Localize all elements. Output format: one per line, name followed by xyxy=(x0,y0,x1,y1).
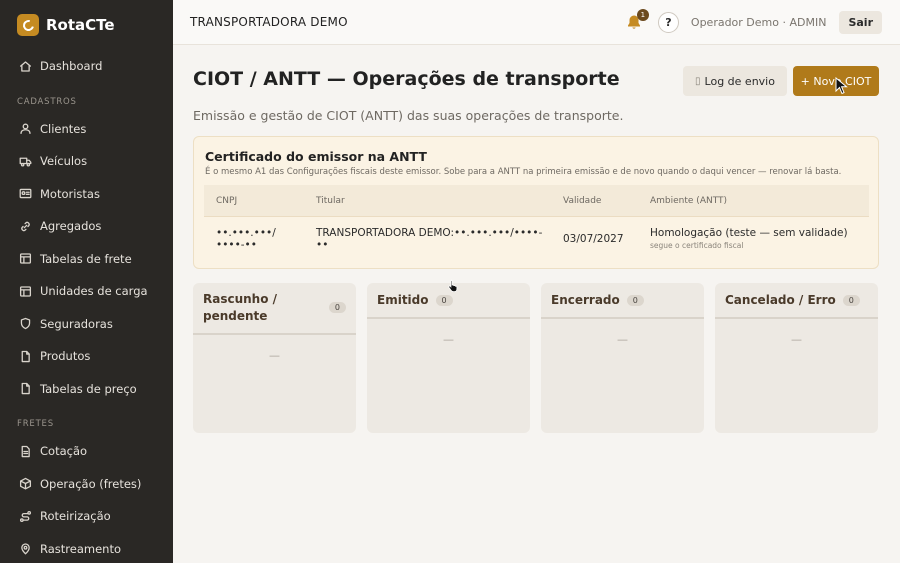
sidebar-item-cotacao[interactable]: Cotação xyxy=(0,435,173,468)
notifications-button[interactable]: 1 xyxy=(626,8,649,32)
route-icon xyxy=(19,510,32,522)
board-column-count: 0 xyxy=(435,294,453,306)
board-column-header: Encerrado 0 xyxy=(541,283,704,319)
sidebar-item-roteirizacao[interactable]: Roteirização xyxy=(0,500,173,533)
board-column-label: Cancelado / Erro xyxy=(725,293,836,307)
help-button[interactable]: ? xyxy=(657,12,679,33)
notification-badge: 1 xyxy=(636,8,649,21)
log-button[interactable]: ▯ Log de envio xyxy=(683,66,787,96)
truck-icon xyxy=(19,157,32,167)
sidebar-item-label: Tabelas de preço xyxy=(40,381,137,396)
sidebar-item-label: Dashboard xyxy=(40,59,103,74)
sidebar-item-unidades-de-carga[interactable]: Unidades de carga xyxy=(0,275,173,308)
board-column-empty: — xyxy=(791,333,802,346)
sidebar: RotaCTe Dashboard CADASTROS Clientes Veí… xyxy=(0,0,173,563)
sidebar-item-motoristas[interactable]: Motoristas xyxy=(0,178,173,211)
environment-cell: Homologação (teste — sem validade) segue… xyxy=(640,227,869,250)
user-icon xyxy=(20,123,31,135)
brand[interactable]: RotaCTe xyxy=(0,0,173,50)
company-name: TRANSPORTADORA DEMO xyxy=(190,15,348,29)
sidebar-item-label: Agregados xyxy=(40,219,102,234)
certificate-title: Certificado do emissor na ANTT xyxy=(205,149,427,164)
board-column-label: Encerrado xyxy=(551,293,620,307)
board-column-count: 0 xyxy=(842,294,860,306)
main-content: CIOT / ANTT — Operações de transporte ▯ … xyxy=(173,45,900,563)
board-column-rascunho: Rascunho / pendente 0 — xyxy=(193,283,356,433)
certificate-card: Certificado do emissor na ANTT É o mesmo… xyxy=(193,136,879,269)
board-column-header: Rascunho / pendente 0 xyxy=(193,283,356,335)
box-icon xyxy=(19,478,32,490)
sidebar-item-label: Clientes xyxy=(40,121,87,136)
sidebar-item-label: Rastreamento xyxy=(40,541,121,556)
page-title: CIOT / ANTT — Operações de transporte xyxy=(193,68,620,90)
sidebar-section-title: CADASTROS xyxy=(17,96,77,107)
sidebar-item-tabelas-de-frete[interactable]: Tabelas de frete xyxy=(0,243,173,276)
sidebar-item-agregados[interactable]: Agregados xyxy=(0,210,173,243)
sidebar-item-clientes[interactable]: Clientes xyxy=(0,113,173,146)
sidebar-item-label: Cotação xyxy=(40,444,88,459)
sidebar-item-rastreamento[interactable]: Rastreamento xyxy=(0,533,173,563)
sidebar-item-veiculos[interactable]: Veículos xyxy=(0,145,173,178)
validity-cell: 03/07/2027 xyxy=(563,232,624,245)
sidebar-item-dashboard[interactable]: Dashboard xyxy=(0,50,173,83)
board-column-header: Cancelado / Erro 0 xyxy=(715,283,878,319)
table-icon xyxy=(19,253,32,264)
sidebar-item-label: Seguradoras xyxy=(40,316,113,331)
board-column-cancelado: Cancelado / Erro 0 — xyxy=(715,283,878,433)
sidebar-item-label: Tabelas de frete xyxy=(40,251,132,266)
page-subtitle: Emissão e gestão de CIOT (ANTT) das suas… xyxy=(193,108,624,123)
sidebar-section-title: FRETES xyxy=(17,419,54,429)
certificate-description: É o mesmo A1 das Configurações fiscais d… xyxy=(205,167,842,177)
board-column-empty: — xyxy=(269,349,280,362)
cnpj-cell: ••.•••.•••/••••-•• xyxy=(216,226,276,251)
map-pin-icon xyxy=(21,543,30,555)
mouse-pointer-icon xyxy=(835,77,848,95)
table-header: CNPJ Titular Validade Ambiente (ANTT) xyxy=(204,185,869,216)
board-column-empty: — xyxy=(617,333,628,346)
sidebar-item-label: Motoristas xyxy=(40,186,100,201)
brand-name: RotaCTe xyxy=(46,16,115,34)
clipboard-icon: ▯ xyxy=(695,75,701,87)
link-icon xyxy=(21,221,30,231)
file-icon xyxy=(21,350,30,362)
board-column-encerrado: Encerrado 0 — xyxy=(541,283,704,433)
shield-icon xyxy=(20,318,31,330)
id-card-icon xyxy=(19,189,32,199)
environment-value: Homologação (teste — sem validade) xyxy=(650,227,848,239)
board-column-emitido: Emitido 0 — xyxy=(367,283,530,433)
board-column-count: 0 xyxy=(328,302,346,313)
sidebar-item-label: Unidades de carga xyxy=(40,284,148,299)
column-header: Titular xyxy=(316,195,345,206)
logout-button[interactable]: Sair xyxy=(839,11,882,34)
holder-cell: TRANSPORTADORA DEMO:••.•••.•••/••••-•• xyxy=(316,226,543,251)
certificate-table: CNPJ Titular Validade Ambiente (ANTT) ••… xyxy=(204,185,869,260)
user-info: Operador Demo · ADMIN xyxy=(690,16,827,29)
sidebar-item-label: Veículos xyxy=(40,154,88,169)
sidebar-item-tabelas-de-preco[interactable]: Tabelas de preço xyxy=(0,373,173,406)
sidebar-item-label: Operação (fretes) xyxy=(40,476,142,491)
column-header: Validade xyxy=(563,195,602,206)
board-column-label: Rascunho / pendente xyxy=(203,292,278,323)
sidebar-item-seguradoras[interactable]: Seguradoras xyxy=(0,308,173,341)
container-icon xyxy=(19,286,32,297)
file-icon xyxy=(21,383,30,395)
environment-note: segue o certificado fiscal xyxy=(650,241,744,250)
table-row: ••.•••.•••/••••-•• TRANSPORTADORA DEMO:•… xyxy=(204,216,869,260)
home-icon xyxy=(19,61,32,72)
column-header: CNPJ xyxy=(216,195,238,206)
board-column-empty: — xyxy=(443,333,454,346)
board-column-count: 0 xyxy=(626,294,644,306)
sidebar-item-label: Roteirização xyxy=(40,509,111,524)
sidebar-item-label: Produtos xyxy=(40,349,91,364)
brand-logo-icon xyxy=(17,14,39,36)
column-header: Ambiente (ANTT) xyxy=(650,195,728,206)
sidebar-item-produtos[interactable]: Produtos xyxy=(0,340,173,373)
board-column-label: Emitido xyxy=(377,293,429,307)
hand-pointer-icon xyxy=(448,279,458,292)
log-button-label: Log de envio xyxy=(704,74,775,88)
document-icon xyxy=(21,445,30,457)
sidebar-item-operacao-fretes[interactable]: Operação (fretes) xyxy=(0,468,173,501)
topbar: TRANSPORTADORA DEMO 1 ? Operador Demo · … xyxy=(173,0,900,45)
